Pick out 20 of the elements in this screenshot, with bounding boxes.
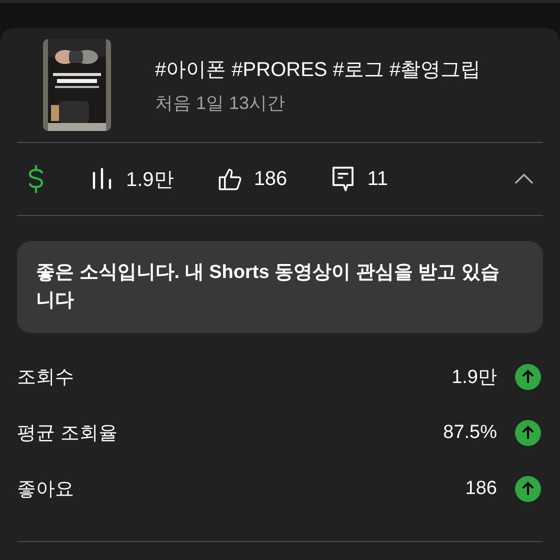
video-age: 처음 1일 13시간 <box>155 92 286 114</box>
views-count: 1.9만 <box>126 168 174 192</box>
likes-count: 186 <box>254 168 288 190</box>
metric-label: 좋아요 <box>17 478 75 502</box>
metric-label: 조회수 <box>17 366 75 390</box>
arrow-up-icon <box>515 420 541 446</box>
metric-value: 87.5% <box>443 422 497 444</box>
bar-chart-icon <box>90 166 114 192</box>
video-title: #아이폰 #PRORES #로그 #촬영그립 <box>155 58 481 82</box>
chevron-up-icon[interactable] <box>513 173 535 185</box>
metric-value: 1.9만 <box>452 366 497 390</box>
metric-label: 평균 조회율 <box>17 422 118 446</box>
dollar-icon[interactable] <box>26 165 46 193</box>
metric-value: 186 <box>465 478 497 500</box>
arrow-up-icon <box>515 364 541 390</box>
thumbs-up-icon <box>218 166 242 192</box>
comment-icon <box>331 166 356 192</box>
comments-count: 11 <box>367 168 388 190</box>
notice-message: 좋은 소식입니다. 내 Shorts 동영상이 관심을 받고 있습니다 <box>36 261 500 313</box>
arrow-up-icon <box>515 476 541 502</box>
